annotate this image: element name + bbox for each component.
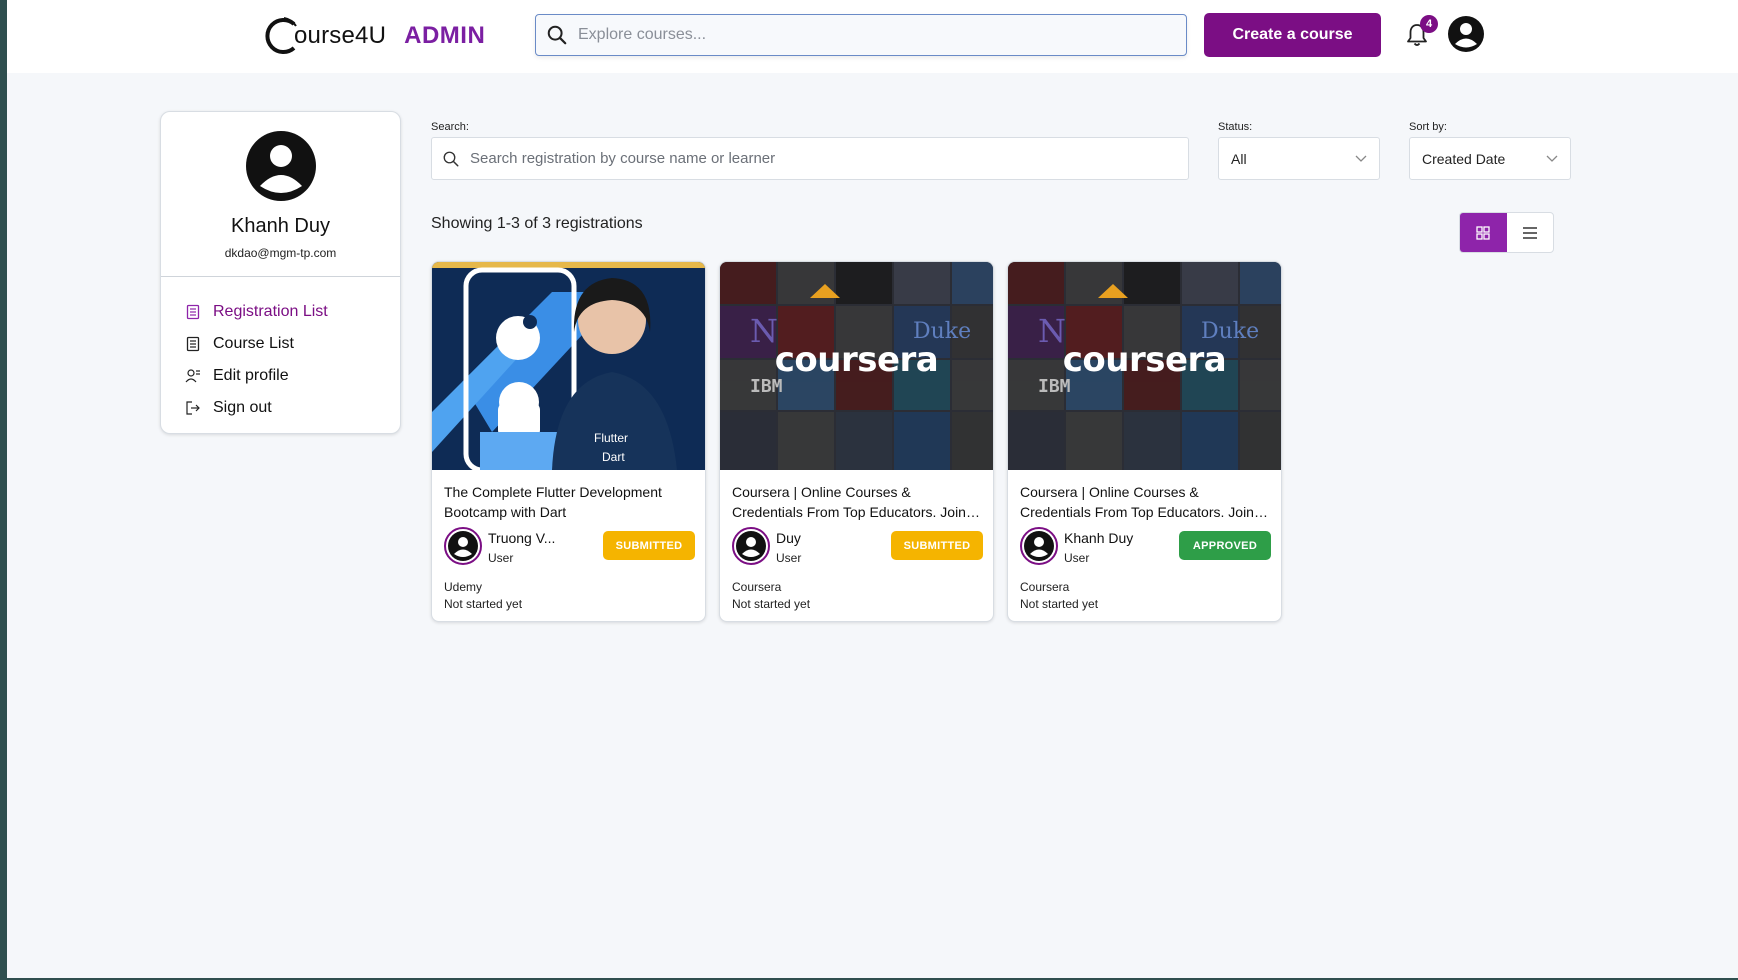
status-select-value: All [1231, 150, 1247, 167]
course-provider: Udemy [444, 580, 483, 594]
course-provider: Coursera [1020, 580, 1070, 594]
course-search-input[interactable] [578, 15, 1186, 55]
registration-search-input[interactable] [470, 150, 1188, 167]
sidebar-item-sign-out[interactable]: Sign out [185, 392, 328, 424]
profile-sidebar: Khanh Duy dkdao@mgm-tp.com Registration … [160, 111, 401, 434]
sidebar-item-registration-list[interactable]: Registration List [185, 296, 328, 328]
search-icon [443, 151, 459, 166]
registration-card[interactable]: N Duke IBM coursera Coursera | Online Co… [1007, 261, 1282, 622]
learner-name: Truong V... [488, 530, 556, 546]
learner-role: User [1064, 551, 1090, 565]
profile-avatar-icon [246, 131, 316, 201]
flutter-thumb-text: Flutter [594, 431, 628, 445]
sort-label: Sort by: [1409, 121, 1447, 133]
sign-out-icon [186, 401, 200, 415]
chevron-down-icon [1546, 155, 1558, 162]
sidebar-item-label: Course List [213, 335, 294, 352]
user-edit-icon [185, 369, 200, 383]
registration-card[interactable]: N Duke IBM coursera Coursera | Online Co… [719, 261, 994, 622]
app-frame: ourse4U ADMIN Create a course 4 [7, 0, 1738, 978]
search-label: Search: [431, 121, 469, 133]
learner-avatar-icon [444, 527, 482, 565]
sidebar-menu: Registration List Course List Edit profi… [185, 296, 328, 424]
user-avatar-icon[interactable] [1447, 15, 1485, 53]
coursera-thumb-text: coursera [774, 340, 939, 380]
sidebar-item-label: Registration List [213, 303, 328, 320]
registration-search-box[interactable] [431, 137, 1189, 180]
view-mode-toggle [1459, 212, 1554, 253]
course-thumbnail: N Duke IBM coursera [720, 262, 993, 470]
progress-status: Not started yet [1020, 597, 1099, 611]
learner-name: Duy [776, 530, 801, 546]
admin-label: ADMIN [404, 22, 486, 49]
status-badge: SUBMITTED [603, 531, 695, 560]
learner-role: User [488, 551, 514, 565]
status-label: Status: [1218, 121, 1253, 133]
course-title: Coursera | Online Courses & Credentials … [1020, 484, 1254, 520]
learner-avatar-icon [1020, 527, 1058, 565]
coursera-thumb-text: coursera [1062, 340, 1227, 380]
course-thumbnail: N Duke IBM coursera [1008, 262, 1281, 470]
logo[interactable]: ourse4U ADMIN [262, 12, 485, 60]
list-icon [186, 304, 200, 320]
profile-email: dkdao@mgm-tp.com [224, 246, 337, 260]
learner-role: User [776, 551, 802, 565]
dart-thumb-text: Dart [602, 450, 625, 464]
grid-icon [1476, 225, 1490, 240]
chevron-down-icon [1355, 155, 1367, 162]
grid-view-button[interactable] [1460, 213, 1507, 252]
brand-name: ourse4U [294, 22, 387, 49]
progress-status: Not started yet [732, 597, 811, 611]
results-count-text: Showing 1-3 of 3 registrations [431, 215, 643, 232]
course-thumbnail: Flutter Dart [432, 262, 705, 470]
registration-card[interactable]: Flutter Dart The Complete Flutter Develo… [431, 261, 706, 622]
create-course-button[interactable]: Create a course [1204, 13, 1381, 57]
list-lines-icon [1522, 226, 1537, 239]
sidebar-divider [161, 276, 400, 277]
profile-name: Khanh Duy [231, 215, 330, 237]
sort-select-value: Created Date [1422, 150, 1506, 167]
notification-count-badge: 4 [1420, 15, 1438, 33]
status-badge: APPROVED [1179, 531, 1271, 560]
status-badge: SUBMITTED [891, 531, 983, 560]
flutter-course-image: Flutter Dart [432, 262, 705, 470]
progress-status: Not started yet [444, 597, 523, 611]
sidebar-item-label: Sign out [213, 399, 272, 416]
course-title: Coursera | Online Courses & Credentials … [732, 484, 966, 520]
course-provider: Coursera [732, 580, 782, 594]
learner-name: Khanh Duy [1064, 530, 1134, 546]
search-icon [547, 25, 567, 45]
sort-select[interactable]: Created Date [1409, 137, 1571, 180]
list-view-button[interactable] [1507, 213, 1554, 252]
sidebar-item-label: Edit profile [213, 367, 289, 384]
course-search-box[interactable] [535, 14, 1187, 56]
sidebar-item-course-list[interactable]: Course List [185, 328, 328, 360]
status-select[interactable]: All [1218, 137, 1380, 180]
top-header: ourse4U ADMIN Create a course 4 [7, 0, 1738, 73]
learner-avatar-icon [732, 527, 770, 565]
document-icon [186, 336, 200, 352]
course-title: The Complete Flutter Development Bootcam… [444, 484, 662, 520]
sidebar-item-edit-profile[interactable]: Edit profile [185, 360, 328, 392]
